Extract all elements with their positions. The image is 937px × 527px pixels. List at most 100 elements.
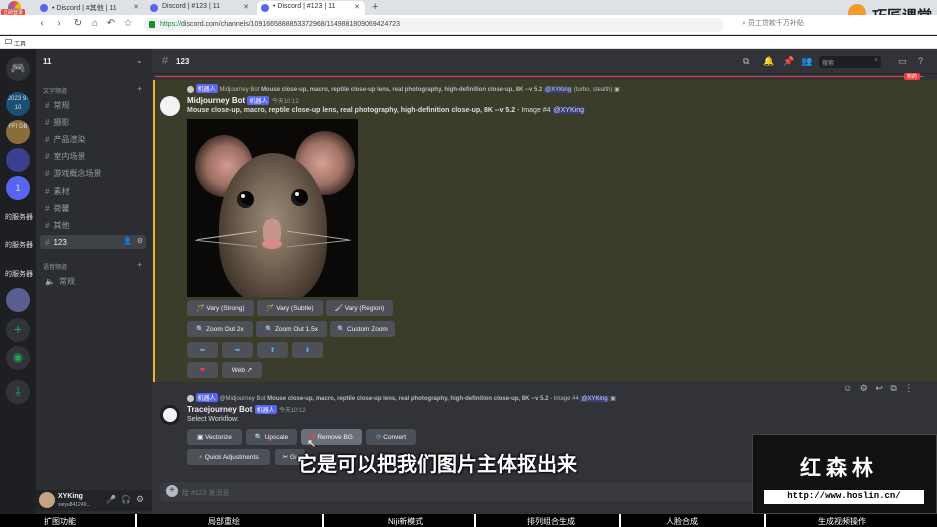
channel-item[interactable]: # 素材: [40, 183, 146, 197]
server-menu-chevron-icon[interactable]: ⌄: [136, 56, 143, 65]
server-label-5[interactable]: 的服务器: [5, 240, 33, 250]
author-name[interactable]: Midjourney Bot: [187, 96, 245, 105]
channel-item[interactable]: # 产品渲染: [40, 131, 146, 145]
bookmark-star-icon[interactable]: ☆: [122, 18, 134, 30]
member-list-icon[interactable]: 👥: [801, 56, 812, 67]
tracejourney-avatar[interactable]: [160, 405, 180, 425]
add-server-icon[interactable]: +: [6, 318, 30, 342]
channel-item[interactable]: # 室内场景: [40, 148, 146, 162]
zoom-out-1-5x-button[interactable]: 🔍 Zoom Out 1.5x: [256, 321, 327, 337]
reload-icon[interactable]: ↻: [72, 18, 84, 30]
close-tab-icon[interactable]: ✕: [243, 3, 249, 11]
custom-zoom-button[interactable]: 🔍 Custom Zoom: [330, 321, 395, 337]
server-name[interactable]: 11: [43, 57, 51, 66]
history-icon[interactable]: ↶: [105, 18, 117, 30]
home-icon[interactable]: ⌂: [89, 18, 101, 30]
zoom-out-2x-button[interactable]: 🔍 Zoom Out 2x: [187, 321, 253, 337]
explore-servers-icon[interactable]: ◉: [6, 346, 30, 370]
pin-icon[interactable]: 📌: [783, 56, 794, 67]
vectorize-button[interactable]: ▣ Vectorize: [187, 429, 242, 445]
server-icon-1-number[interactable]: 1: [6, 176, 30, 200]
server-label-6[interactable]: 的服务器: [5, 269, 33, 279]
attach-plus-icon[interactable]: +: [166, 485, 178, 497]
pan-right-button[interactable]: ➡: [222, 342, 253, 358]
channel-label: 游戏概念场景: [53, 169, 102, 178]
user-mention[interactable]: @XYKing: [552, 107, 585, 114]
channel-item[interactable]: # 荷馨: [40, 200, 146, 214]
pan-up-button[interactable]: ⬆: [257, 342, 288, 358]
server-icon-avatar[interactable]: [6, 288, 30, 312]
thread-icon[interactable]: ⧉: [890, 383, 896, 393]
browser-tab-1[interactable]: • Discord | #其他 | 11 ✕: [36, 1, 144, 15]
new-tab-button[interactable]: +: [372, 1, 378, 13]
voice-channel-item[interactable]: 🔈 常规: [40, 273, 146, 287]
channel-settings-icon[interactable]: ⚙: [137, 237, 143, 245]
channel-label: 123: [53, 238, 67, 247]
convert-button[interactable]: ⟳ Convert: [366, 429, 416, 445]
app-icon[interactable]: ⚙: [860, 383, 868, 393]
bookmark-item[interactable]: 工具: [14, 42, 26, 48]
channel-item-selected[interactable]: #123 👤 ⚙: [40, 235, 146, 249]
arrow-right-icon: ➡: [234, 347, 241, 354]
server-label-4[interactable]: 的服务器: [5, 212, 33, 222]
reply-mention[interactable]: @XYKing: [544, 87, 573, 93]
back-icon[interactable]: ‹: [36, 18, 48, 30]
message-header: Tracejourney Bot 机器人 今天10:12: [187, 405, 306, 414]
user-name: XYKing: [58, 493, 83, 500]
server-icon-1[interactable]: 2023 9-10: [6, 92, 30, 116]
discord-home-icon[interactable]: 🎮: [6, 57, 30, 81]
upscale-button[interactable]: 🔍 Upscale: [246, 429, 297, 445]
download-apps-icon[interactable]: ⤓: [6, 380, 30, 404]
text-category-label[interactable]: 文字频道: [43, 86, 67, 95]
reply-icon[interactable]: ↩: [875, 383, 883, 393]
address-bar[interactable]: https://discord.com/channels/10916658888…: [144, 18, 724, 32]
add-reaction-icon[interactable]: ☺: [843, 383, 852, 393]
user-settings-icon[interactable]: ⚙: [136, 494, 144, 505]
vary-strong-button[interactable]: 🪄 Vary (Strong): [187, 300, 254, 316]
web-button[interactable]: Web ↗: [222, 362, 262, 378]
voice-category-label[interactable]: 语音频道: [43, 262, 67, 271]
threads-icon[interactable]: ⧉: [743, 56, 749, 67]
reply-mention[interactable]: @XYKing: [580, 396, 609, 402]
pan-left-button[interactable]: ⬅: [187, 342, 218, 358]
server-icon-2[interactable]: FFI DB: [6, 120, 30, 144]
vary-subtle-button[interactable]: 🪄 Vary (Subtle): [257, 300, 323, 316]
folder-server-icon[interactable]: [6, 148, 30, 172]
mute-icon[interactable]: 🎤: [106, 495, 116, 504]
quick-adjustments-button[interactable]: ⚡ Quick Adjustments: [187, 449, 270, 465]
add-channel-icon[interactable]: +: [137, 84, 142, 94]
midjourney-avatar[interactable]: [160, 96, 180, 116]
inbox-icon[interactable]: ▭: [898, 56, 907, 67]
notification-bell-icon[interactable]: 🔔: [763, 56, 774, 67]
search-input[interactable]: 搜索 ⌕: [819, 56, 881, 68]
generated-image-mouse[interactable]: [187, 119, 358, 297]
add-voice-channel-icon[interactable]: +: [137, 260, 142, 270]
channel-item[interactable]: # 常规: [40, 97, 146, 111]
browser-tab-3-active[interactable]: • Discord | #123 | 11 ✕: [257, 1, 365, 15]
channel-item[interactable]: # 游戏概念场景: [40, 165, 146, 179]
button-label: Zoom Out 1.5x: [274, 326, 318, 333]
reply-reference[interactable]: 机器人 Midjourney Bot Mouse close-up, macro…: [187, 84, 620, 93]
promo-link[interactable]: ⌕ 员工贷款千万补贴: [742, 18, 804, 28]
vary-region-button[interactable]: 🖌 Vary (Region): [326, 300, 393, 316]
image-index: - Image #4: [517, 107, 551, 114]
more-options-icon[interactable]: ⋮: [904, 383, 913, 393]
close-tab-icon[interactable]: ✕: [133, 3, 139, 11]
close-tab-icon[interactable]: ✕: [354, 3, 360, 11]
author-name[interactable]: Tracejourney Bot: [187, 405, 252, 414]
headphones-icon[interactable]: 🎧: [121, 495, 131, 504]
user-avatar[interactable]: [39, 492, 55, 508]
pan-down-button[interactable]: ⬇: [292, 342, 323, 358]
invite-icon[interactable]: 👤: [123, 237, 132, 245]
bot-badge: 机器人: [254, 405, 277, 414]
favorite-button[interactable]: ❤: [187, 362, 218, 378]
help-icon[interactable]: ?: [918, 56, 923, 66]
browser-tab-2[interactable]: Discord | #123 | 11 ✕: [146, 1, 254, 15]
reply-reference[interactable]: 机器人 @Midjourney Bot Mouse close-up, macr…: [187, 393, 616, 402]
message-input[interactable]: + 给 #123 发消息: [160, 482, 760, 502]
reply-user: @Midjourney Bot: [219, 396, 266, 402]
url-scheme: https://: [160, 21, 182, 28]
forward-icon[interactable]: ›: [53, 18, 65, 30]
channel-item[interactable]: # 摄影: [40, 114, 146, 128]
channel-item[interactable]: # 其他: [40, 217, 146, 231]
